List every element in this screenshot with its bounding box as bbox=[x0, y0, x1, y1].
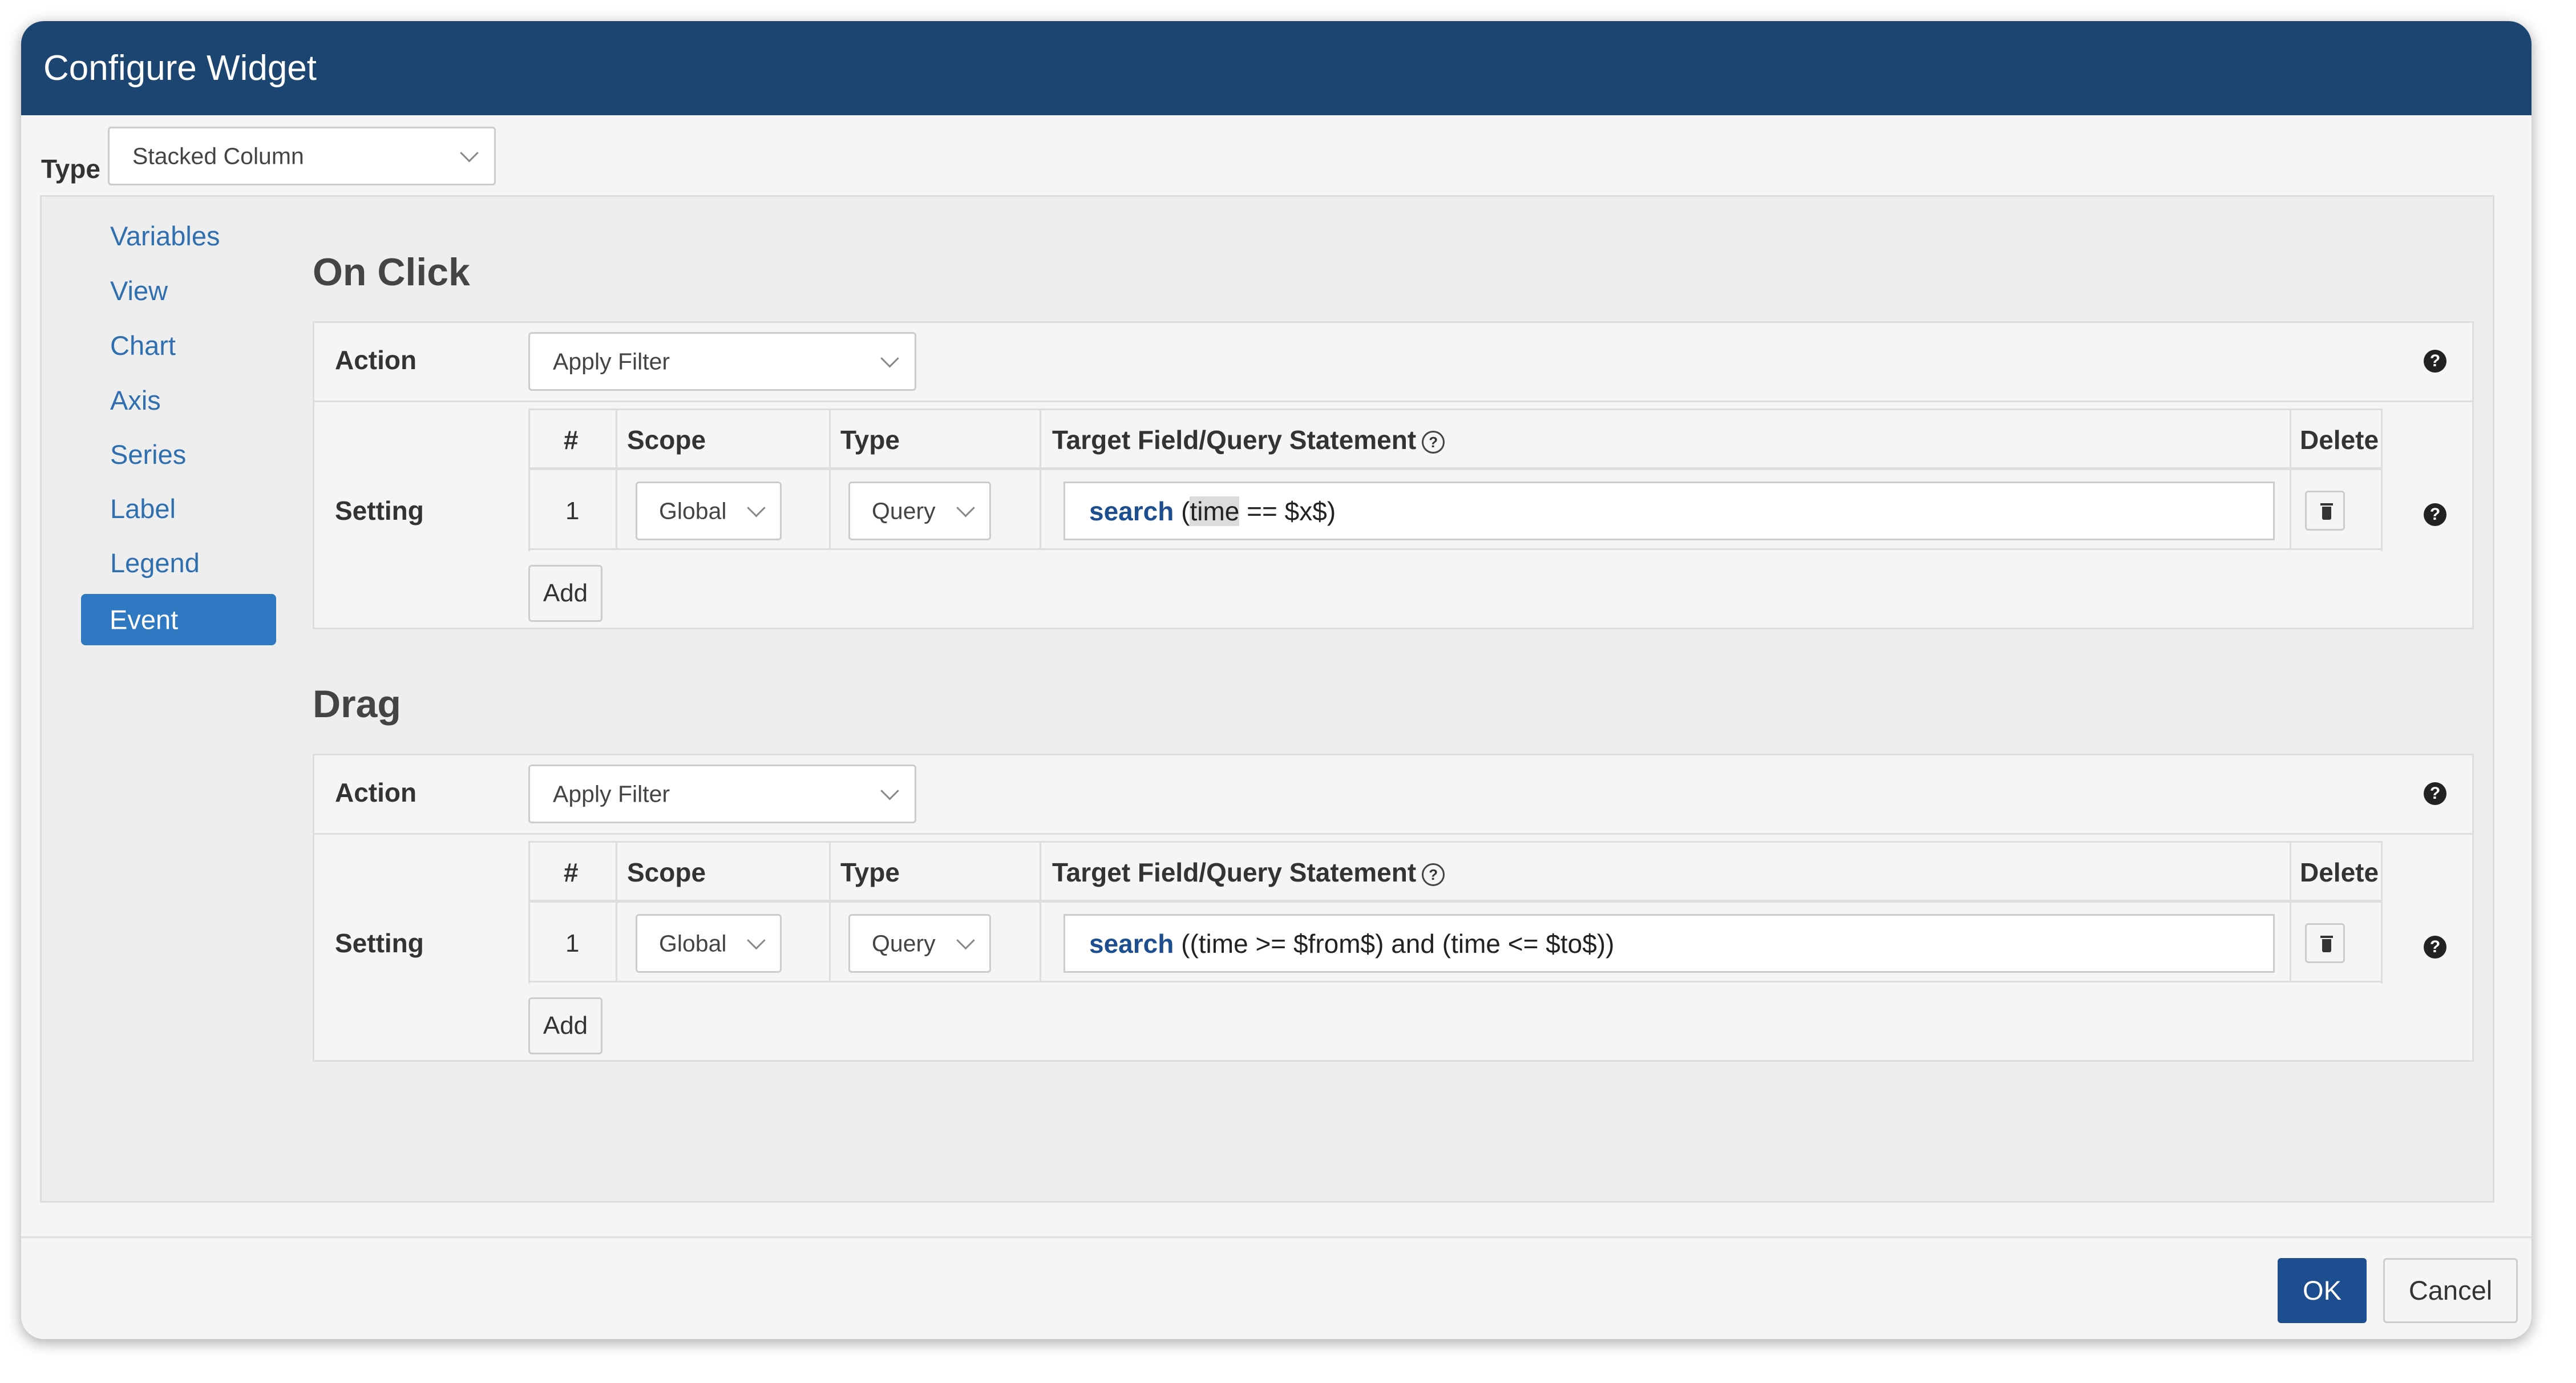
column-divider bbox=[616, 409, 617, 550]
column-header-number: # bbox=[564, 858, 579, 887]
column-header-scope: Scope bbox=[627, 425, 706, 455]
type-select[interactable]: Query bbox=[848, 914, 991, 973]
query-text-rest: ((time >= $from$) and (time <= $to$)) bbox=[1181, 928, 1615, 959]
dialog-title: Configure Widget bbox=[43, 48, 317, 88]
column-header-target: Target Field/Query Statement? bbox=[1052, 424, 1445, 455]
sidebar-item-series[interactable]: Series bbox=[110, 439, 186, 470]
cancel-button[interactable]: Cancel bbox=[2383, 1258, 2518, 1323]
on-click-section-title: On Click bbox=[313, 250, 470, 294]
query-keyword: search bbox=[1089, 928, 1174, 959]
query-text-before: ( bbox=[1181, 496, 1190, 526]
info-circle-icon[interactable]: ? bbox=[1422, 430, 1445, 454]
column-divider bbox=[2290, 409, 2291, 550]
question-circle-icon[interactable]: ? bbox=[2424, 782, 2446, 805]
chevron-down-icon bbox=[460, 143, 479, 163]
chevron-down-icon bbox=[747, 498, 766, 517]
query-statement-input[interactable]: search (time == $x$) bbox=[1063, 482, 2275, 540]
query-text-highlight: time bbox=[1190, 496, 1240, 526]
question-circle-icon[interactable]: ? bbox=[2424, 503, 2446, 526]
drag-action-label: Action bbox=[335, 778, 417, 807]
column-divider bbox=[829, 409, 831, 550]
scope-select[interactable]: Global bbox=[636, 914, 782, 973]
on-click-panel: Action Apply Filter ? Setting ? # Scope … bbox=[313, 321, 2474, 629]
scope-value: Global bbox=[659, 498, 727, 524]
drag-panel: Action Apply Filter ? Setting ? # Scope … bbox=[313, 754, 2474, 1062]
query-text: search (time == $x$) bbox=[1089, 496, 1336, 527]
footer-divider bbox=[21, 1236, 2531, 1238]
column-header-target-label: Target Field/Query Statement bbox=[1052, 425, 1417, 455]
on-click-settings-table: # Scope Type Target Field/Query Statemen… bbox=[528, 409, 2383, 551]
table-header bbox=[530, 409, 2381, 470]
on-click-action-label: Action bbox=[335, 345, 417, 375]
scope-select[interactable]: Global bbox=[636, 482, 782, 540]
type-select[interactable]: Query bbox=[848, 482, 991, 540]
column-header-scope: Scope bbox=[627, 858, 706, 887]
column-divider bbox=[2290, 841, 2291, 982]
scope-value: Global bbox=[659, 930, 727, 956]
config-content: Variables View Chart Axis Series Label L… bbox=[40, 195, 2494, 1203]
ok-button[interactable]: OK bbox=[2278, 1258, 2367, 1323]
drag-section-title: Drag bbox=[313, 682, 401, 726]
on-click-setting-label: Setting bbox=[335, 496, 424, 525]
widget-type-value: Stacked Column bbox=[132, 143, 304, 169]
drag-settings-table: # Scope Type Target Field/Query Statemen… bbox=[528, 841, 2383, 984]
question-circle-icon[interactable]: ? bbox=[2424, 350, 2446, 373]
row-number: 1 bbox=[565, 929, 580, 957]
type-value: Query bbox=[872, 930, 936, 956]
sidebar-item-variables[interactable]: Variables bbox=[110, 220, 220, 252]
column-header-target: Target Field/Query Statement? bbox=[1052, 857, 1445, 888]
sidebar-item-event-label: Event bbox=[110, 604, 179, 635]
sidebar-item-chart[interactable]: Chart bbox=[110, 330, 176, 361]
delete-row-button[interactable] bbox=[2305, 923, 2345, 963]
query-keyword: search bbox=[1089, 496, 1174, 526]
row-number: 1 bbox=[565, 497, 580, 525]
column-header-target-label: Target Field/Query Statement bbox=[1052, 858, 1417, 887]
chevron-down-icon bbox=[956, 931, 975, 950]
column-divider bbox=[616, 841, 617, 982]
on-click-action-select[interactable]: Apply Filter bbox=[528, 332, 916, 391]
delete-row-button[interactable] bbox=[2305, 491, 2345, 531]
sidebar-item-axis[interactable]: Axis bbox=[110, 385, 161, 416]
chevron-down-icon bbox=[880, 349, 899, 368]
on-click-action-value: Apply Filter bbox=[553, 348, 670, 374]
add-row-button[interactable]: Add bbox=[528, 565, 602, 622]
column-header-type: Type bbox=[840, 425, 900, 455]
sidebar-item-label[interactable]: Label bbox=[110, 493, 176, 524]
sidebar-item-view[interactable]: View bbox=[110, 275, 168, 306]
chevron-down-icon bbox=[747, 931, 766, 950]
column-divider bbox=[1040, 409, 1041, 550]
column-header-delete: Delete bbox=[2300, 858, 2379, 887]
type-value: Query bbox=[872, 498, 936, 524]
sidebar-item-legend[interactable]: Legend bbox=[110, 547, 200, 579]
query-text-after: == $x$) bbox=[1239, 496, 1336, 526]
sidebar-item-event[interactable]: Event bbox=[81, 594, 276, 645]
column-divider bbox=[829, 841, 831, 982]
configure-widget-dialog: Configure Widget Type Stacked Column Var… bbox=[21, 21, 2531, 1339]
column-header-type: Type bbox=[840, 858, 900, 887]
column-divider bbox=[1040, 841, 1041, 982]
divider bbox=[314, 401, 2472, 402]
drag-action-select[interactable]: Apply Filter bbox=[528, 765, 916, 823]
query-text: search ((time >= $from$) and (time <= $t… bbox=[1089, 928, 1614, 959]
query-statement-input[interactable]: search ((time >= $from$) and (time <= $t… bbox=[1063, 914, 2275, 973]
widget-type-select[interactable]: Stacked Column bbox=[108, 127, 496, 185]
chevron-down-icon bbox=[956, 498, 975, 517]
add-row-button[interactable]: Add bbox=[528, 997, 602, 1054]
drag-setting-label: Setting bbox=[335, 928, 424, 958]
divider bbox=[314, 833, 2472, 835]
column-header-delete: Delete bbox=[2300, 425, 2379, 455]
chevron-down-icon bbox=[880, 781, 899, 800]
column-header-number: # bbox=[564, 425, 579, 455]
info-circle-icon[interactable]: ? bbox=[1422, 863, 1445, 886]
table-header bbox=[530, 841, 2381, 903]
drag-action-value: Apply Filter bbox=[553, 781, 670, 807]
question-circle-icon[interactable]: ? bbox=[2424, 936, 2446, 959]
widget-type-label: Type bbox=[41, 154, 100, 184]
dialog-header: Configure Widget bbox=[21, 21, 2531, 115]
